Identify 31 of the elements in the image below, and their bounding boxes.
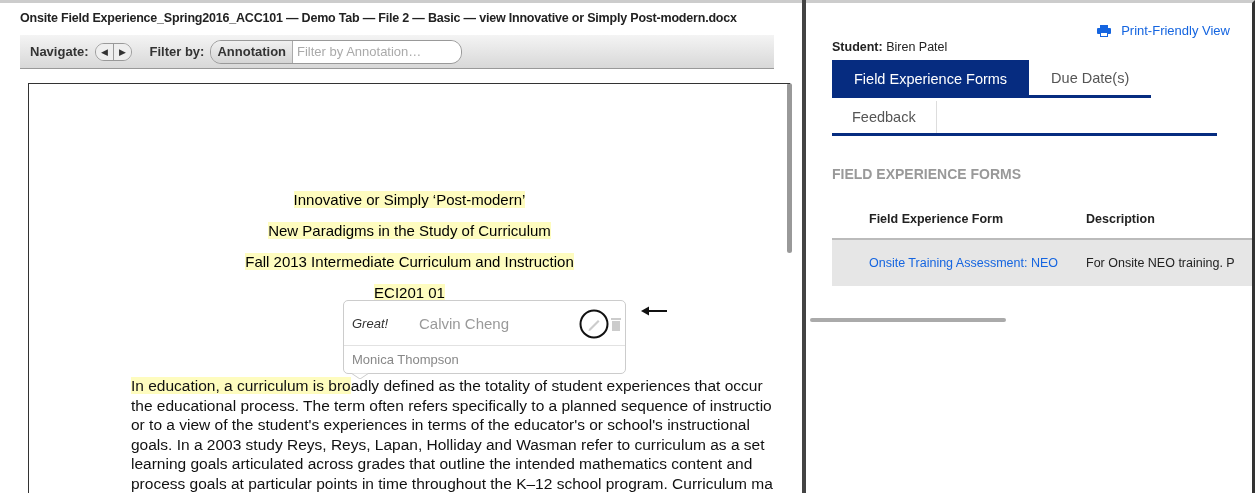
paragraph-line: learning goals articulated across grades that outline the intended mathematics content and	[131, 454, 754, 474]
printer-icon	[1097, 24, 1112, 37]
column-header: Description	[1086, 212, 1156, 226]
document-heading: Fall 2013 Intermediate Curriculum and Instruction	[245, 253, 574, 270]
paragraph-line: goals. In a 2003 study Reys, Reys, Lapan, Holliday and Wasman refer to curriculum as a set	[131, 434, 766, 454]
scrollbar-thumb[interactable]	[810, 318, 1006, 322]
document-heading: Innovative or Simply ‘Post-modern’	[293, 191, 526, 208]
annotation-author: Monica Thompson	[351, 351, 460, 369]
previous-button[interactable]: ◀	[95, 43, 114, 60]
faded-name: Calvin Cheng	[419, 314, 510, 332]
annotation-comment: Great!	[352, 315, 389, 331]
section-title: FIELD EXPERIENCE FORMS	[832, 166, 1023, 182]
form-link[interactable]: Onsite Training Assessment: NEO	[869, 256, 1086, 270]
paragraph-line: or to a view of the student's experiences in terms of the educator's or school's instructional	[131, 415, 751, 435]
column-header: Field Experience Form	[869, 212, 1005, 226]
pointer-arrow	[641, 306, 667, 316]
next-button[interactable]: ▶	[113, 43, 131, 60]
window-title: Onsite Field Experience_Spring2016_ACC101 — Demo Tab — File 2 — Basic — view Innovative or Simply Post-modern.docx	[19, 10, 738, 25]
paragraph-line: process goals at particular points in time throughout the K–12 school program. Curriculum ma	[131, 473, 774, 493]
navigate-label: Navigate:	[30, 44, 89, 59]
student-name: Student: Biren Patel	[832, 40, 949, 54]
paragraph-line: the educational process. The term often refers specifically to a planned sequence of instructio	[131, 395, 773, 415]
table-cell-text: For Onsite NEO training. P	[1086, 256, 1236, 270]
scrollbar-thumb[interactable]	[787, 83, 792, 253]
tab[interactable]: Field Experience Forms	[832, 60, 1030, 98]
document-heading: New Paradigms in the Study of Curriculum	[268, 222, 551, 239]
print-friendly-link[interactable]: Print-Friendly View	[1097, 23, 1230, 38]
trash-icon[interactable]	[611, 317, 621, 331]
pencil-icon[interactable]	[579, 309, 609, 339]
filter-label: Filter by:	[149, 44, 205, 59]
paragraph-line: In education, a curriculum is broadly defined as the totality of student experiences that occur	[131, 376, 764, 396]
